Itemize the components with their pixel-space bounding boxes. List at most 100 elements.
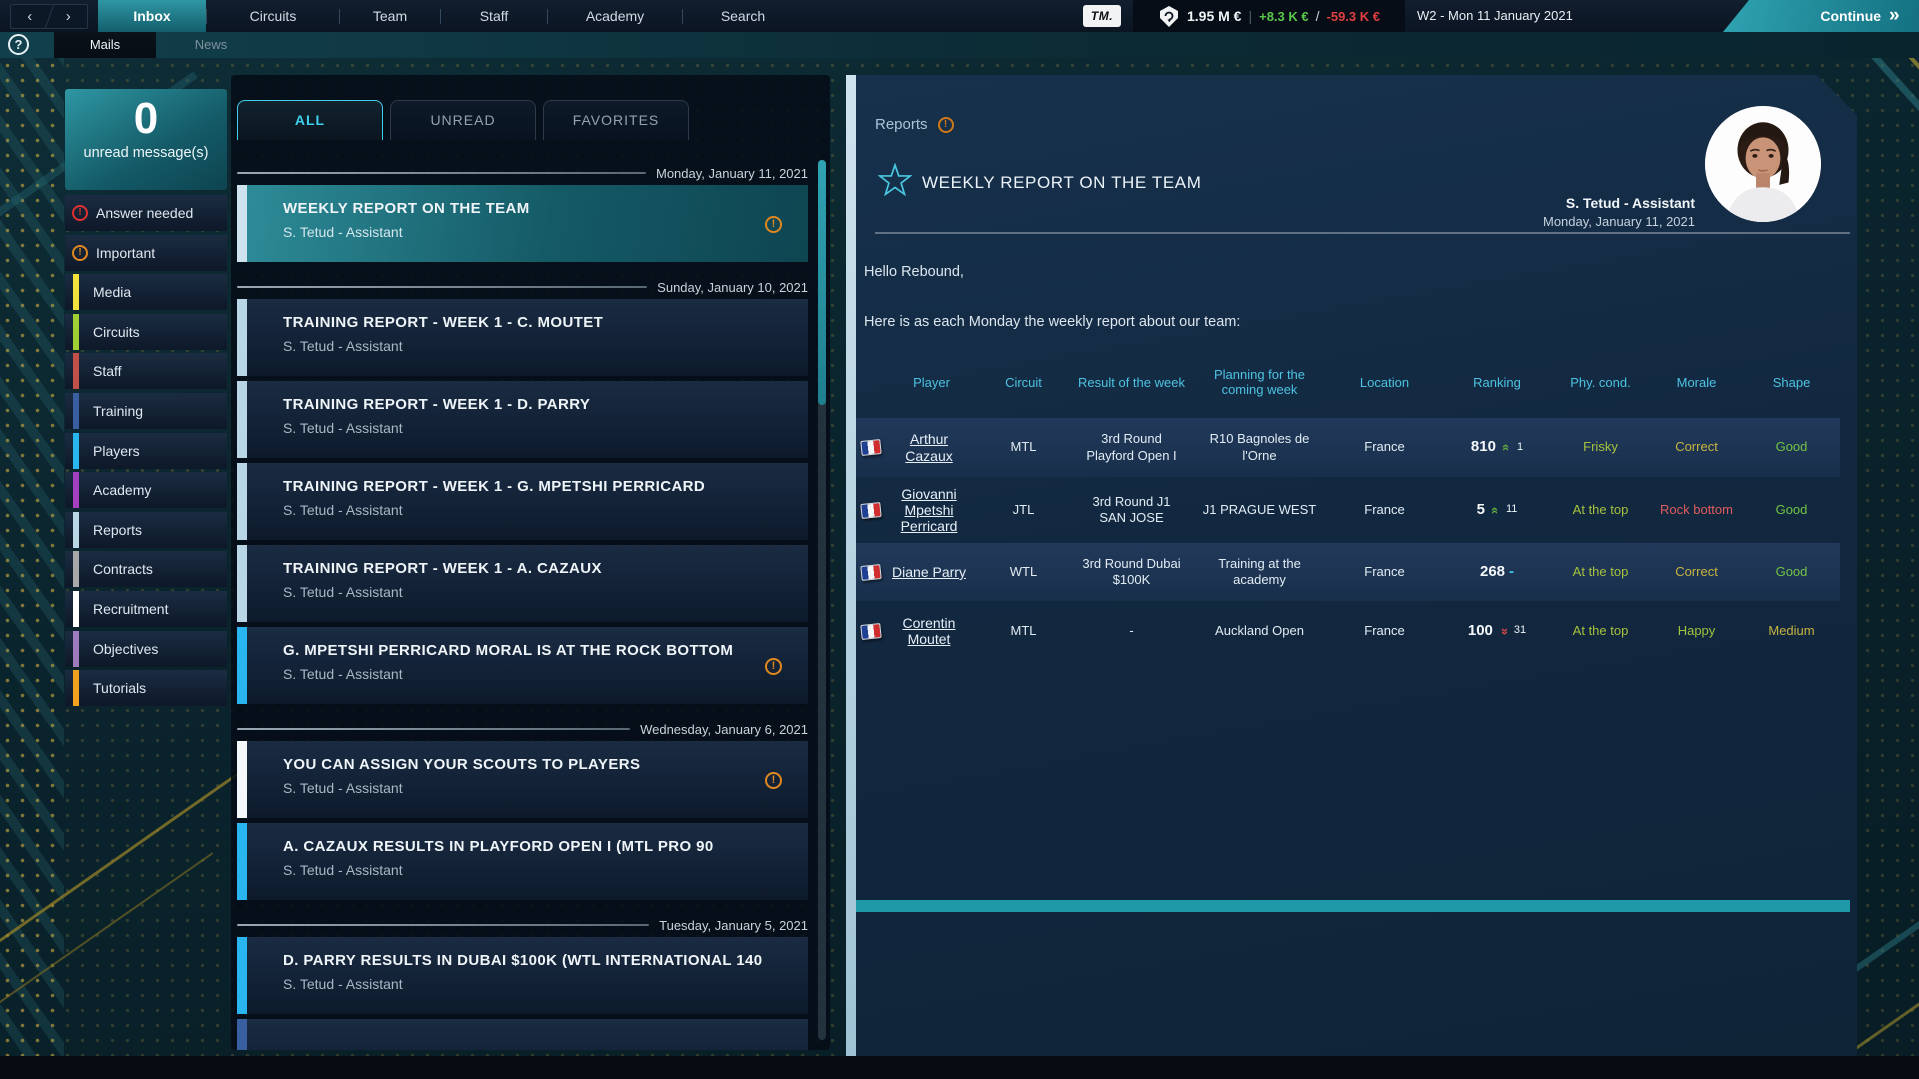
group-date: Wednesday, January 6, 2021 (640, 722, 808, 737)
mail-item[interactable]: A. CAZAUX RESULTS IN PLAYFORD OPEN I (MT… (237, 823, 808, 900)
column-header-circuit: Circuit (977, 376, 1070, 391)
nav-tab-circuits[interactable]: Circuits (207, 0, 339, 32)
mail-item[interactable]: TRAINING REPORT - WEEK 1 - G. MPETSHI PE… (237, 463, 808, 540)
mail-category-bar (237, 823, 247, 900)
mail-item[interactable]: TRAINING REPORT - WEEK 1 - C. MOUTETS. T… (237, 299, 808, 376)
mail-sender: S. Tetud - Assistant (283, 502, 403, 518)
nav-tab-inbox[interactable]: Inbox (98, 0, 206, 32)
ranking-change: 31 (1514, 624, 1526, 638)
finance-summary[interactable]: 1.95 M € | +8.3 K € / -59.3 K € (1133, 0, 1405, 32)
mail-item[interactable]: YOU CAN ASSIGN YOUR SCOUTS TO PLAYERSS. … (237, 741, 808, 818)
cell-planning: Training at the academy (1193, 556, 1326, 589)
mail-scrollbar-thumb[interactable] (818, 160, 826, 405)
mail-scrollbar-track[interactable] (818, 160, 826, 1040)
sidebar-item-academy[interactable]: Academy (65, 472, 227, 508)
mail-sender: S. Tetud - Assistant (283, 584, 403, 600)
category-label: Objectives (93, 641, 158, 657)
cell-circuit: MTL (977, 439, 1070, 455)
mail-item[interactable]: D. PARRY RESULTS IN DUBAI $100K (WTL INT… (237, 937, 808, 1014)
cell-result: 3rd Round Playford Open I (1070, 431, 1193, 464)
mail-category-bar (237, 1019, 247, 1050)
cell-planning: J1 PRAGUE WEST (1193, 502, 1326, 518)
money-divider: | (1248, 8, 1252, 24)
player-name-link[interactable]: Arthur Cazaux (881, 431, 977, 463)
sidebar-item-contracts[interactable]: Contracts (65, 551, 227, 587)
mail-item[interactable] (237, 1019, 808, 1050)
sidebar-item-training[interactable]: Training (65, 393, 227, 429)
mail-item[interactable]: TRAINING REPORT - WEEK 1 - A. CAZAUXS. T… (237, 545, 808, 622)
category-label: Players (93, 443, 140, 459)
tab-mails[interactable]: Mails (54, 32, 156, 58)
date-separator: Sunday, January 10, 2021 (237, 277, 808, 297)
help-icon[interactable]: ? (8, 34, 29, 55)
mail-sender: S. Tetud - Assistant (283, 666, 403, 682)
tab-news[interactable]: News (156, 32, 266, 58)
ranking-value: 810 (1471, 438, 1496, 457)
weekly-income: +8.3 K € (1259, 9, 1309, 24)
team-report-table: PlayerCircuitResult of the weekPlanning … (856, 363, 1840, 661)
report-date: Monday, January 11, 2021 (856, 214, 1695, 229)
mail-item[interactable]: WEEKLY REPORT ON THE TEAMS. Tetud - Assi… (237, 185, 808, 262)
sidebar-item-answer-needed[interactable]: !Answer needed (65, 195, 227, 231)
mail-tab-favorites[interactable]: FAVORITES (543, 100, 689, 140)
app-window: ‹ › InboxCircuitsTeamStaffAcademySearch … (0, 0, 1919, 1079)
sidebar-item-players[interactable]: Players (65, 433, 227, 469)
unread-count: 0 (65, 89, 227, 145)
cell-phy: At the top (1551, 564, 1650, 580)
category-label: Media (93, 284, 131, 300)
back-icon[interactable]: ‹ (11, 5, 49, 28)
column-header-planning-for-the-coming-week: Planning for the coming week (1193, 368, 1326, 398)
sidebar-item-tutorials[interactable]: Tutorials (65, 670, 227, 706)
continue-chevrons-icon: » (1889, 1, 1900, 31)
sidebar-item-important[interactable]: !Important (65, 235, 227, 271)
sidebar-item-objectives[interactable]: Objectives (65, 631, 227, 667)
mail-title: G. MPETSHI PERRICARD MORAL IS AT THE ROC… (283, 642, 733, 659)
money-divider-2: / (1316, 8, 1320, 24)
ranking-value: 268 (1480, 563, 1505, 582)
category-label: Staff (93, 363, 122, 379)
mail-item[interactable]: TRAINING REPORT - WEEK 1 - D. PARRYS. Te… (237, 381, 808, 458)
report-divider (875, 232, 1850, 234)
category-color-bar (73, 393, 79, 429)
exclamation-icon: ! (72, 245, 88, 261)
report-panel: Reports ! WEEKLY REPORT ON THE TEAM (846, 75, 1857, 1056)
player-name-link[interactable]: Corentin Moutet (881, 615, 977, 647)
mail-categories: !Answer needed !Important Media Circuits Sta… (65, 195, 227, 710)
continue-button[interactable]: Continue » (1723, 0, 1919, 32)
mail-tab-all[interactable]: ALL (237, 100, 383, 140)
report-category-label: Reports (875, 116, 928, 133)
nav-tab-academy[interactable]: Academy (548, 0, 682, 32)
sidebar-item-media[interactable]: Media (65, 274, 227, 310)
cell-phy: At the top (1551, 623, 1650, 639)
table-header-row: PlayerCircuitResult of the weekPlanning … (856, 363, 1840, 403)
mail-sender: S. Tetud - Assistant (283, 862, 403, 878)
date-separator: Wednesday, January 6, 2021 (237, 719, 808, 739)
nav-tab-team[interactable]: Team (340, 0, 440, 32)
player-name-link[interactable]: Diane Parry (881, 564, 977, 580)
sidebar-item-reports[interactable]: Reports (65, 512, 227, 548)
table-row: Corentin MoutetMTL-Auckland OpenFrance10… (856, 601, 1840, 661)
category-color-bar (73, 631, 79, 667)
player-name-link[interactable]: Giovanni Mpetshi Perricard (881, 486, 977, 534)
nav-tab-search[interactable]: Search (683, 0, 803, 32)
sidebar-item-circuits[interactable]: Circuits (65, 314, 227, 350)
sidebar-item-staff[interactable]: Staff (65, 353, 227, 389)
mail-tab-unread[interactable]: UNREAD (390, 100, 536, 140)
window-bottom-edge (0, 1056, 1919, 1079)
cell-circuit: WTL (977, 564, 1070, 580)
cell-circuit: JTL (977, 502, 1070, 518)
mail-sender: S. Tetud - Assistant (283, 976, 403, 992)
nav-tab-staff[interactable]: Staff (441, 0, 547, 32)
mail-filter-tabs: ALLUNREADFAVORITES (237, 100, 689, 140)
trend-up-icon: « (1500, 441, 1513, 454)
separator-line (237, 286, 647, 288)
trend-steady-icon: - (1509, 563, 1514, 582)
flag-icon-france (860, 501, 881, 518)
forward-icon[interactable]: › (50, 5, 88, 28)
favorite-star-icon[interactable] (878, 163, 912, 197)
alert-icon: ! (765, 658, 782, 675)
sender-avatar[interactable] (1705, 106, 1821, 222)
sidebar-item-recruitment[interactable]: Recruitment (65, 591, 227, 627)
mail-item[interactable]: G. MPETSHI PERRICARD MORAL IS AT THE ROC… (237, 627, 808, 704)
alert-icon: ! (938, 117, 954, 133)
